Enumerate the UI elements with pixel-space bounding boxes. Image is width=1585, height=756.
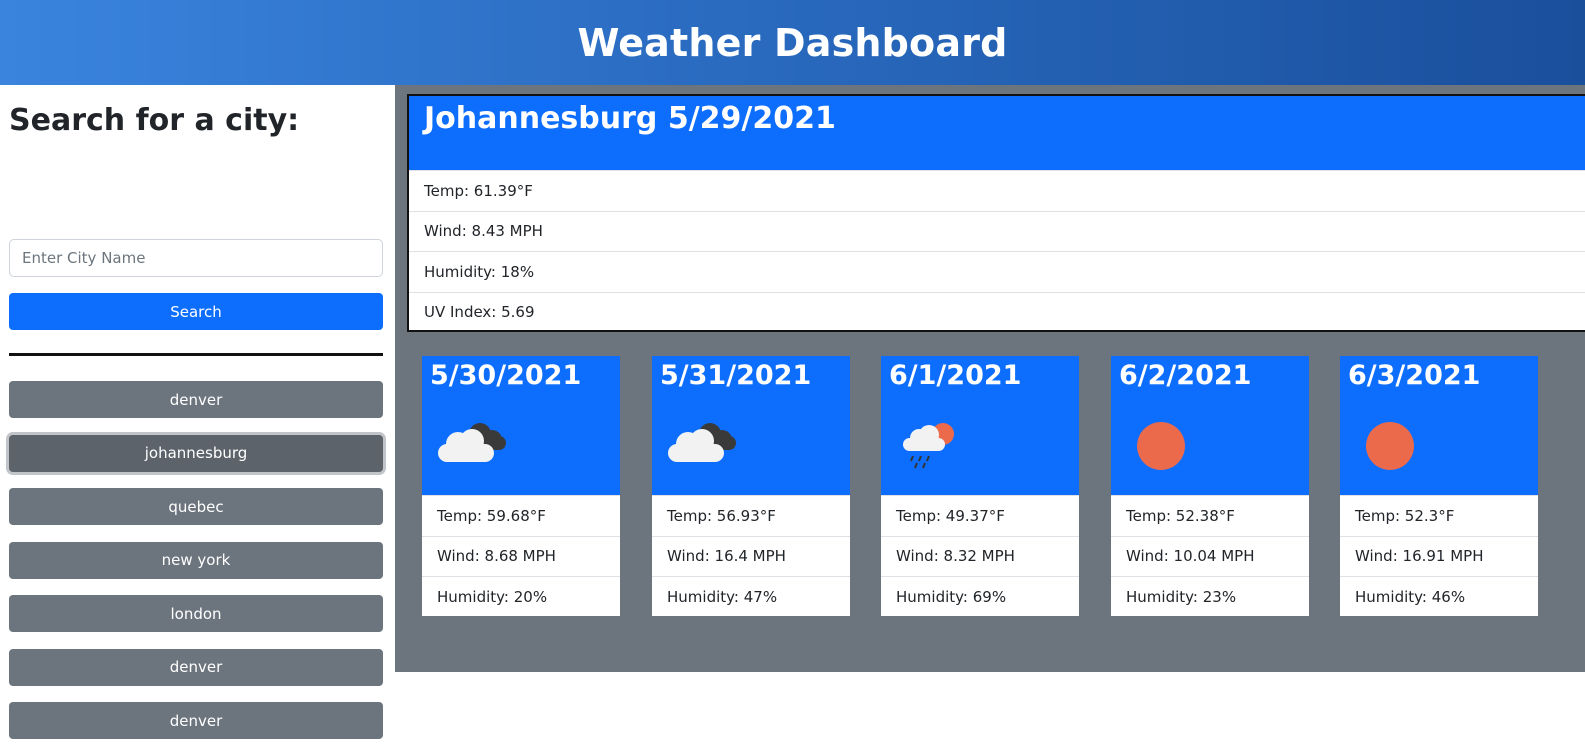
forecast-temp: Temp: 52.38°F — [1111, 495, 1309, 536]
history-city-button[interactable]: denver — [9, 702, 383, 739]
forecast-date: 5/30/2021 — [430, 360, 582, 391]
main-content: Johannesburg 5/29/2021 Temp: 61.39°F Win… — [395, 85, 1585, 672]
page-title: Weather Dashboard — [577, 20, 1008, 65]
forecast-wind: Wind: 10.04 MPH — [1111, 535, 1309, 577]
forecast-date: 6/2/2021 — [1119, 360, 1252, 391]
current-humidity: Humidity: 18% — [409, 251, 1585, 292]
forecast-date: 6/3/2021 — [1348, 360, 1481, 391]
broken-clouds-icon — [668, 423, 736, 462]
clear-sun-icon — [1137, 422, 1185, 470]
search-heading: Search for a city: — [9, 103, 300, 138]
sidebar: Search for a city: Search denver johanne… — [0, 85, 395, 739]
forecast-temp: Temp: 52.3°F — [1340, 495, 1538, 536]
current-wind: Wind: 8.43 MPH — [409, 210, 1585, 252]
current-weather-card: Johannesburg 5/29/2021 Temp: 61.39°F Win… — [407, 94, 1585, 332]
clear-sun-icon — [1366, 422, 1414, 470]
history-city-button[interactable]: new york — [9, 541, 383, 579]
forecast-wind: Wind: 8.32 MPH — [881, 535, 1079, 577]
forecast-wind: Wind: 8.68 MPH — [422, 535, 620, 577]
forecast-wind: Wind: 16.91 MPH — [1340, 535, 1538, 577]
current-uv-index: UV Index: 5.69 — [409, 291, 1585, 333]
history-city-button[interactable]: denver — [9, 648, 383, 686]
history-city-button[interactable]: quebec — [9, 488, 383, 525]
forecast-card: 6/3/2021 Temp: 52.3°F Wind: 16.91 MPH Hu… — [1340, 356, 1538, 616]
forecast-card: 6/1/2021 Temp: 49.37°F Wind: 8.32 MPH Hu… — [881, 356, 1079, 616]
divider — [9, 353, 383, 356]
history-city-button[interactable]: johannesburg — [9, 434, 383, 472]
forecast-temp: Temp: 56.93°F — [652, 495, 850, 536]
current-temp: Temp: 61.39°F — [409, 170, 1585, 211]
history-city-button[interactable]: london — [9, 595, 383, 632]
city-search-input[interactable] — [9, 239, 383, 277]
page-header: Weather Dashboard — [0, 0, 1585, 85]
search-button[interactable]: Search — [9, 293, 383, 330]
rain-sun-icon — [903, 423, 954, 469]
broken-clouds-icon — [438, 423, 506, 462]
current-weather-header: Johannesburg 5/29/2021 — [409, 96, 1585, 170]
forecast-card: 6/2/2021 Temp: 52.38°F Wind: 10.04 MPH H… — [1111, 356, 1309, 616]
search-history-list: denver johannesburg quebec new york lond… — [9, 381, 383, 756]
forecast-wind: Wind: 16.4 MPH — [652, 535, 850, 577]
forecast-temp: Temp: 59.68°F — [422, 495, 620, 536]
history-city-button[interactable]: denver — [9, 381, 383, 418]
forecast-humidity: Humidity: 47% — [652, 576, 850, 617]
forecast-temp: Temp: 49.37°F — [881, 495, 1079, 536]
forecast-humidity: Humidity: 69% — [881, 576, 1079, 617]
forecast-humidity: Humidity: 20% — [422, 576, 620, 617]
forecast-card: 5/31/2021 Temp: 56.93°F Wind: 16.4 MPH H… — [652, 356, 850, 616]
forecast-humidity: Humidity: 46% — [1340, 576, 1538, 617]
forecast-date: 5/31/2021 — [660, 360, 812, 391]
forecast-date: 6/1/2021 — [889, 360, 1022, 391]
forecast-card: 5/30/2021 Temp: 59.68°F Wind: 8.68 MPH H… — [422, 356, 620, 616]
current-city-title: Johannesburg 5/29/2021 — [424, 101, 836, 136]
forecast-humidity: Humidity: 23% — [1111, 576, 1309, 617]
